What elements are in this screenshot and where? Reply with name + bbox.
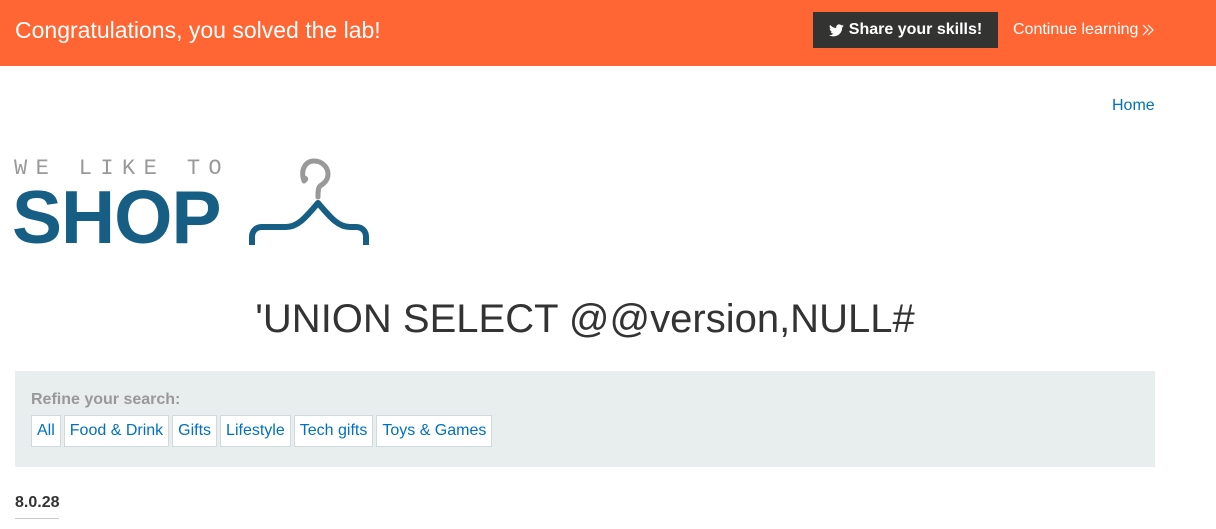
- refine-search-panel: Refine your search: All Food & Drink Gif…: [15, 371, 1155, 467]
- twitter-icon: [828, 23, 844, 36]
- share-skills-button[interactable]: Share your skills!: [813, 12, 998, 48]
- shop-logo: WE LIKE TO SHOP: [12, 155, 369, 259]
- lab-solved-banner: Congratulations, you solved the lab! Sha…: [0, 0, 1216, 66]
- result-version-text: 8.0.28: [15, 494, 60, 511]
- logo-wordmark: SHOP: [12, 175, 222, 259]
- double-chevron-right-icon: [1142, 24, 1155, 36]
- nav-home-link[interactable]: Home: [1112, 96, 1155, 116]
- category-filters: All Food & Drink Gifts Lifestyle Tech gi…: [31, 415, 493, 447]
- continue-learning-label: Continue learning: [1013, 21, 1139, 38]
- refine-label: Refine your search:: [31, 391, 181, 408]
- filter-toys-games[interactable]: Toys & Games: [376, 415, 493, 447]
- filter-gifts[interactable]: Gifts: [172, 415, 218, 447]
- filter-all[interactable]: All: [31, 415, 61, 447]
- filter-tech-gifts[interactable]: Tech gifts: [293, 415, 374, 447]
- filter-food-drink[interactable]: Food & Drink: [63, 415, 170, 447]
- page-title: 'UNION SELECT @@version,NULL#: [255, 297, 915, 341]
- share-skills-label: Share your skills!: [848, 21, 983, 38]
- hanger-icon: [249, 158, 369, 245]
- result-divider: [15, 518, 59, 519]
- continue-learning-link[interactable]: Continue learning: [1013, 20, 1155, 40]
- banner-message: Congratulations, you solved the lab!: [15, 17, 381, 43]
- filter-lifestyle[interactable]: Lifestyle: [220, 415, 291, 447]
